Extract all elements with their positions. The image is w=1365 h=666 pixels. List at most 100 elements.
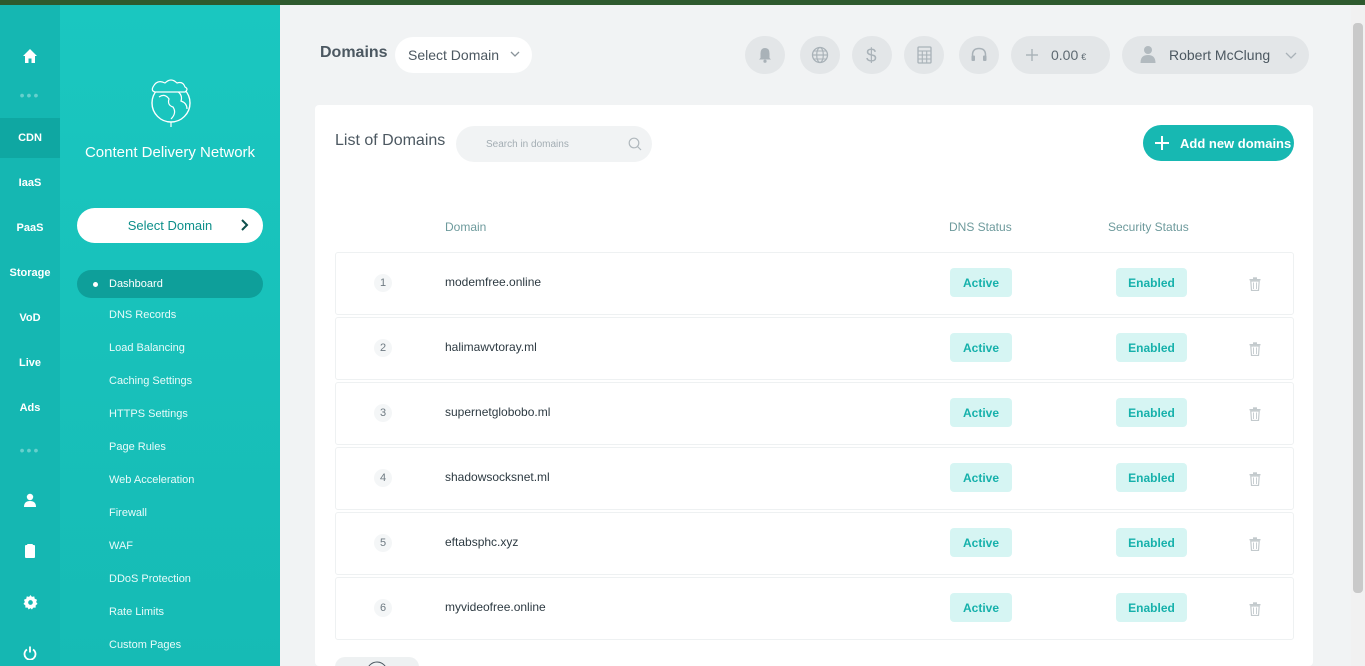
domain-select-value: Select Domain bbox=[408, 47, 500, 63]
menu-item-waf[interactable]: WAF bbox=[77, 532, 263, 560]
rail-item-live[interactable]: Live bbox=[0, 343, 60, 383]
chevron-right-icon bbox=[241, 219, 249, 231]
row-domain[interactable]: supernetglobobo.ml bbox=[445, 405, 550, 419]
search-input[interactable] bbox=[456, 126, 652, 162]
page-title: Domains bbox=[320, 44, 388, 61]
row-domain[interactable]: myvideofree.online bbox=[445, 600, 546, 614]
trash-icon[interactable] bbox=[1249, 407, 1261, 421]
row-number: 5 bbox=[374, 534, 392, 552]
trash-icon[interactable] bbox=[1249, 537, 1261, 551]
security-status-badge: Enabled bbox=[1116, 333, 1187, 362]
calculator-button[interactable] bbox=[904, 36, 944, 74]
row-number: 4 bbox=[374, 469, 392, 487]
support-button[interactable] bbox=[959, 36, 999, 74]
menu-item-custom-pages[interactable]: Custom Pages bbox=[77, 631, 263, 659]
plus-icon bbox=[1026, 49, 1038, 61]
table-row[interactable]: 3 supernetglobobo.ml Active Enabled bbox=[335, 382, 1294, 445]
row-number: 1 bbox=[374, 274, 392, 292]
column-header-dns-status: DNS Status bbox=[949, 220, 1012, 234]
menu-item-load-balancing[interactable]: Load Balancing bbox=[77, 334, 263, 362]
row-domain[interactable]: modemfree.online bbox=[445, 275, 541, 289]
headset-icon bbox=[971, 47, 987, 61]
chevron-down-icon bbox=[1285, 52, 1297, 59]
card-title: List of Domains bbox=[335, 132, 446, 149]
globe-logo-icon bbox=[151, 79, 191, 127]
globe-icon bbox=[368, 661, 386, 666]
balance-amount: 0.00 bbox=[1051, 47, 1079, 63]
trash-icon[interactable] bbox=[1249, 342, 1261, 356]
table-row[interactable]: 5 eftabsphc.xyz Active Enabled bbox=[335, 512, 1294, 575]
trash-icon[interactable] bbox=[1249, 472, 1261, 486]
trash-icon[interactable] bbox=[1249, 277, 1261, 291]
security-status-badge: Enabled bbox=[1116, 528, 1187, 557]
user-name: Robert McClung bbox=[1169, 47, 1271, 63]
menu-item-dns-records[interactable]: DNS Records bbox=[77, 301, 263, 329]
row-number: 6 bbox=[374, 599, 392, 617]
balance-currency: € bbox=[1081, 51, 1087, 62]
menu-item-firewall[interactable]: Firewall bbox=[77, 499, 263, 527]
gear-icon[interactable] bbox=[0, 587, 60, 617]
billing-button[interactable]: $ bbox=[852, 36, 892, 74]
trash-icon[interactable] bbox=[1249, 602, 1261, 616]
user-menu[interactable]: Robert McClung bbox=[1122, 36, 1309, 74]
power-icon[interactable] bbox=[0, 638, 60, 666]
rail-separator: ••• bbox=[19, 87, 41, 103]
rail-item-ads[interactable]: Ads bbox=[0, 388, 60, 428]
row-domain[interactable]: halimawvtoray.ml bbox=[445, 340, 537, 354]
home-icon[interactable] bbox=[0, 41, 60, 71]
security-status-badge: Enabled bbox=[1116, 398, 1187, 427]
notifications-button[interactable] bbox=[745, 36, 785, 74]
user-icon[interactable] bbox=[0, 485, 60, 515]
table-row[interactable]: 4 shadowsocksnet.ml Active Enabled bbox=[335, 447, 1294, 510]
rail-item-cdn[interactable]: CDN bbox=[0, 118, 60, 158]
add-button-label: Add new domains bbox=[1180, 135, 1292, 151]
pagination-chip[interactable] bbox=[335, 657, 419, 666]
header-domain-select[interactable]: Select Domain bbox=[395, 37, 532, 73]
table-row[interactable]: 2 halimawvtoray.ml Active Enabled bbox=[335, 317, 1294, 380]
rail-item-storage[interactable]: Storage bbox=[0, 253, 60, 293]
rail-item-iaas[interactable]: IaaS bbox=[0, 163, 60, 203]
row-domain[interactable]: shadowsocksnet.ml bbox=[445, 470, 550, 484]
menu-item-ddos-protection[interactable]: DDoS Protection bbox=[77, 565, 263, 593]
calculator-icon bbox=[916, 46, 932, 64]
rail-item-vod[interactable]: VoD bbox=[0, 298, 60, 338]
menu-item-https-settings[interactable]: HTTPS Settings bbox=[77, 400, 263, 428]
dns-status-badge: Active bbox=[950, 593, 1012, 622]
security-status-badge: Enabled bbox=[1116, 268, 1187, 297]
dns-status-badge: Active bbox=[950, 268, 1012, 297]
menu-item-rate-limits[interactable]: Rate Limits bbox=[77, 598, 263, 626]
menu-item-dashboard[interactable]: Dashboard bbox=[77, 270, 263, 298]
clipboard-icon[interactable] bbox=[0, 536, 60, 566]
product-rail: ••• CDN IaaS PaaS Storage VoD Live Ads •… bbox=[0, 5, 60, 666]
table-row[interactable]: 6 myvideofree.online Active Enabled bbox=[335, 577, 1294, 640]
plus-icon bbox=[1155, 136, 1169, 150]
sidebar-title: Content Delivery Network bbox=[84, 144, 256, 161]
table-row[interactable]: 1 modemfree.online Active Enabled bbox=[335, 252, 1294, 315]
sidebar-select-domain-button[interactable]: Select Domain bbox=[77, 208, 263, 243]
balance-button[interactable]: 0.00 € bbox=[1011, 36, 1110, 74]
svg-text:$: $ bbox=[866, 46, 877, 65]
chevron-down-icon bbox=[510, 51, 520, 57]
row-number: 3 bbox=[374, 404, 392, 422]
domains-card: List of Domains Add new domains Domain D… bbox=[315, 105, 1313, 666]
search-box bbox=[456, 126, 652, 162]
cdn-sidebar: Content Delivery Network Select Domain D… bbox=[60, 5, 280, 666]
globe-icon bbox=[811, 46, 829, 64]
dollar-icon: $ bbox=[866, 46, 877, 65]
menu-item-caching-settings[interactable]: Caching Settings bbox=[77, 367, 263, 395]
select-domain-label: Select Domain bbox=[127, 218, 213, 233]
security-status-badge: Enabled bbox=[1116, 463, 1187, 492]
row-domain[interactable]: eftabsphc.xyz bbox=[445, 535, 518, 549]
scrollbar-thumb[interactable] bbox=[1353, 23, 1363, 593]
security-status-badge: Enabled bbox=[1116, 593, 1187, 622]
menu-item-page-rules[interactable]: Page Rules bbox=[77, 433, 263, 461]
menu-item-web-acceleration[interactable]: Web Acceleration bbox=[77, 466, 263, 494]
language-button[interactable] bbox=[800, 36, 840, 74]
dns-status-badge: Active bbox=[950, 463, 1012, 492]
page-scrollbar[interactable] bbox=[1351, 5, 1365, 666]
rail-separator: ••• bbox=[19, 442, 41, 458]
add-new-domains-button[interactable]: Add new domains bbox=[1143, 125, 1294, 161]
search-icon[interactable] bbox=[628, 137, 642, 151]
dns-status-badge: Active bbox=[950, 528, 1012, 557]
rail-item-paas[interactable]: PaaS bbox=[0, 208, 60, 248]
